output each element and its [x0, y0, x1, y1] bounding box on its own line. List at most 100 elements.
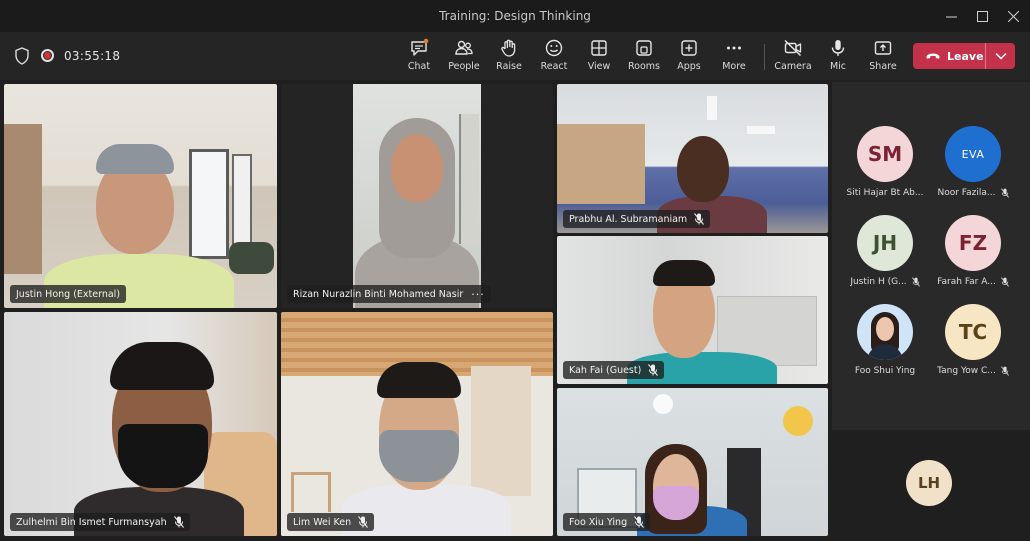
more-icon	[727, 46, 741, 50]
wood-panel	[4, 124, 42, 274]
roster-participant[interactable]: JH Justin H (G...	[840, 215, 930, 287]
more-button[interactable]: More	[711, 36, 757, 76]
mic-muted-icon	[1000, 188, 1009, 198]
more-options-icon[interactable]: ···	[471, 288, 485, 301]
avatar-initials: TC	[958, 320, 988, 344]
participant-name-row: Siti Hajar Bt Ab...	[840, 188, 930, 198]
video-tile-prabhu[interactable]: Prabhu Al. Subramaniam	[557, 84, 828, 233]
participant-name: Noor Fazila...	[937, 188, 996, 198]
participant-roster: SM Siti Hajar Bt Ab... EVA Noor Fazila..…	[832, 82, 1030, 541]
door-frame	[459, 114, 479, 244]
share-label: Share	[869, 61, 897, 72]
apps-icon	[681, 40, 697, 56]
participant-name: Lim Wei Ken	[293, 516, 352, 528]
shield-icon[interactable]	[14, 47, 30, 65]
camera-label: Camera	[774, 61, 812, 72]
participant-nametag: Zulhelmi Bin Ismet Furmansyah	[10, 513, 190, 531]
avatar-initials: LH	[917, 474, 941, 492]
raise-hand-button[interactable]: Raise	[486, 36, 532, 76]
leave-button-group: Leave	[913, 43, 1015, 69]
mic-muted-icon	[1000, 277, 1009, 287]
view-label: View	[587, 61, 611, 72]
maximize-button[interactable]	[967, 4, 997, 28]
raise-label: Raise	[496, 61, 522, 72]
camera-off-icon	[784, 39, 802, 57]
participant-name: Farah Far A...	[937, 277, 996, 287]
video-tile-lim-wei-ken[interactable]: Lim Wei Ken	[281, 312, 553, 536]
rooms-icon	[636, 40, 652, 56]
more-label: More	[722, 61, 746, 72]
participant-name: Foo Xiu Ying	[569, 516, 628, 528]
video-tile-justin-hong[interactable]: Justin Hong (External)	[4, 84, 277, 308]
video-tile-foo-xiu-ying[interactable]: Foo Xiu Ying	[557, 388, 828, 536]
roster-participant[interactable]: EVA Noor Fazila...	[928, 126, 1018, 198]
participant-name-row: Foo Shui Ying	[840, 366, 930, 376]
ceiling-light	[747, 126, 775, 134]
view-button[interactable]: View	[576, 36, 622, 76]
video-tile-zulhelmi[interactable]: Zulhelmi Bin Ismet Furmansyah	[4, 312, 277, 536]
ceiling-light	[653, 394, 673, 414]
participant-nametag: Foo Xiu Ying	[563, 513, 651, 531]
wall-sign	[783, 406, 813, 436]
share-button[interactable]: Share	[860, 36, 906, 76]
close-icon	[1007, 10, 1019, 22]
mic-muted-icon	[634, 516, 645, 528]
ceiling-light	[707, 96, 717, 120]
participant-name-row: Tang Yow C...	[928, 366, 1018, 376]
person-head	[677, 136, 729, 202]
overflow-participant-tile[interactable]: LH	[832, 430, 1030, 541]
participant-name: Kah Fai (Guest)	[569, 364, 642, 376]
meeting-timer: 03:55:18	[64, 49, 121, 63]
people-label: People	[448, 61, 480, 72]
chair	[229, 242, 274, 274]
participant-name: Foo Shui Ying	[854, 366, 916, 376]
participant-name: Zulhelmi Bin Ismet Furmansyah	[16, 516, 167, 528]
leave-label: Leave	[947, 49, 984, 63]
window	[189, 149, 229, 259]
mic-button[interactable]: Mic	[815, 36, 861, 76]
person-hair	[653, 260, 715, 286]
camera-button[interactable]: Camera	[770, 36, 816, 76]
view-grid-icon	[591, 40, 607, 56]
shelf	[557, 124, 645, 204]
participant-name: Siti Hajar Bt Ab...	[846, 188, 924, 198]
window	[232, 154, 252, 254]
people-button[interactable]: People	[441, 36, 487, 76]
apps-label: Apps	[677, 61, 701, 72]
participant-name-row: Justin H (G...	[840, 277, 930, 287]
participant-name-row: Noor Fazila...	[928, 188, 1018, 198]
video-tile-kah-fai[interactable]: Kah Fai (Guest)	[557, 236, 828, 384]
react-icon	[545, 39, 563, 57]
leave-button[interactable]: Leave	[913, 43, 985, 69]
roster-participant[interactable]: TC Tang Yow C...	[928, 304, 1018, 376]
toolbar-divider	[764, 44, 765, 70]
react-button[interactable]: React	[531, 36, 577, 76]
share-icon	[874, 41, 892, 55]
chat-label: Chat	[407, 61, 431, 72]
roster-participant[interactable]: FZ Farah Far A...	[928, 215, 1018, 287]
roster-participant[interactable]: SM Siti Hajar Bt Ab...	[840, 126, 930, 198]
participant-name: Justin H (G...	[850, 277, 907, 287]
video-tile-rizan[interactable]: Rizan Nurazlin Binti Mohamed Nasir ···	[281, 84, 553, 308]
minimize-button[interactable]	[936, 4, 966, 28]
person-hair	[110, 342, 214, 390]
chat-button[interactable]: Chat	[396, 36, 442, 76]
roster-participant[interactable]: Foo Shui Ying	[840, 304, 930, 376]
avatar-initials: SM	[867, 142, 903, 166]
face-mask	[379, 430, 459, 482]
window-title: Training: Design Thinking	[439, 9, 591, 23]
participant-nametag: Justin Hong (External)	[10, 285, 127, 303]
curtain	[471, 366, 531, 496]
avatar: SM	[857, 126, 913, 182]
apps-button[interactable]: Apps	[666, 36, 712, 76]
mic-muted-icon	[648, 364, 659, 376]
raise-hand-icon	[501, 39, 516, 57]
close-button[interactable]	[998, 4, 1028, 28]
chat-icon	[411, 38, 429, 56]
avatar: JH	[857, 215, 913, 271]
participant-name: Tang Yow C...	[937, 366, 996, 376]
leave-options-button[interactable]	[986, 43, 1015, 69]
rooms-button[interactable]: Rooms	[621, 36, 667, 76]
person-hair	[96, 144, 174, 174]
avatar: EVA	[945, 126, 1001, 182]
